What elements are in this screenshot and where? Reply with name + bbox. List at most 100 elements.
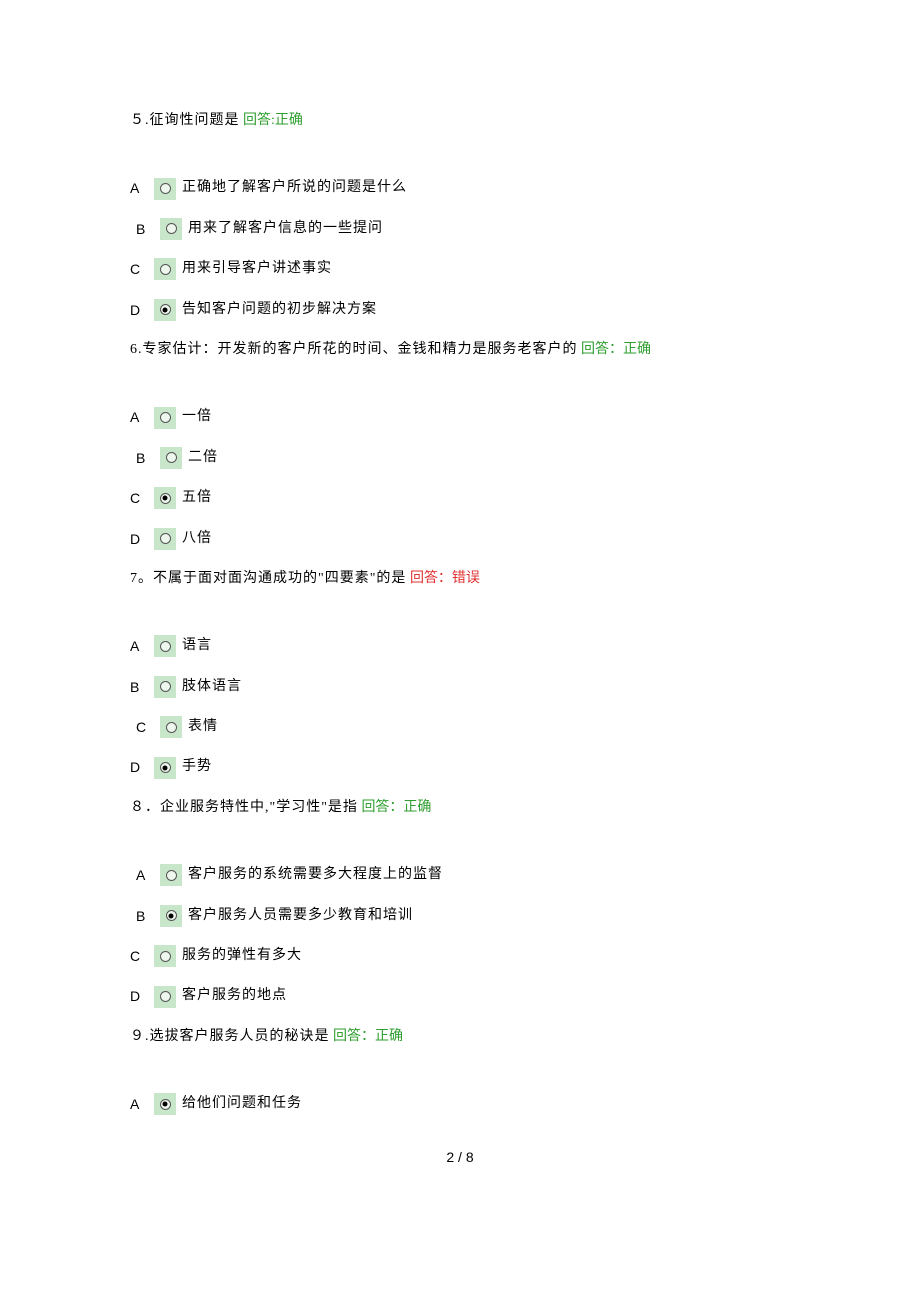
- option-text: 客户服务人员需要多少教育和培训: [188, 905, 413, 927]
- question-line: ９.选拔客户服务人员的秘诀是 回答：正确: [130, 1026, 790, 1048]
- radio-icon: [160, 533, 171, 544]
- radio-button[interactable]: [154, 258, 176, 280]
- radio-icon: [166, 223, 177, 234]
- option-row: D 八倍: [130, 528, 790, 550]
- option-letter: D: [130, 299, 148, 321]
- option-text: 给他们问题和任务: [182, 1093, 302, 1115]
- answer-status: 回答：正确: [333, 1029, 403, 1044]
- option-row: B肢体语言: [130, 676, 790, 698]
- radio-icon: [160, 762, 171, 773]
- option-row: A 一倍: [130, 406, 790, 428]
- radio-icon: [160, 304, 171, 315]
- radio-button[interactable]: [154, 945, 176, 967]
- radio-icon: [166, 870, 177, 881]
- option-row: A正确地了解客户所说的问题是什么: [130, 177, 790, 199]
- option-letter: A: [130, 1093, 148, 1115]
- option-text: 服务的弹性有多大: [182, 945, 302, 967]
- option-text: 正确地了解客户所说的问题是什么: [182, 177, 407, 199]
- option-letter: D: [130, 985, 148, 1007]
- radio-button[interactable]: [154, 407, 176, 429]
- question-text: 不属于面对面沟通成功的"四要素"的是: [153, 571, 406, 586]
- radio-button[interactable]: [154, 635, 176, 657]
- option-letter: B: [136, 905, 154, 927]
- radio-icon: [166, 722, 177, 733]
- option-row: A 语言: [130, 635, 790, 657]
- radio-button[interactable]: [154, 1093, 176, 1115]
- option-text: 肢体语言: [182, 676, 242, 698]
- option-text: 客户服务的系统需要多大程度上的监督: [188, 864, 443, 886]
- question-number: ９.: [130, 1029, 150, 1044]
- option-row: D 客户服务的地点: [130, 985, 790, 1007]
- question-number: 7。: [130, 571, 153, 586]
- radio-button[interactable]: [160, 864, 182, 886]
- radio-button[interactable]: [154, 299, 176, 321]
- radio-button[interactable]: [154, 676, 176, 698]
- question-line: 6.专家估计：开发新的客户所花的时间、金钱和精力是服务老客户的 回答：正确: [130, 339, 790, 361]
- radio-button[interactable]: [154, 757, 176, 779]
- question-text: 企业服务特性中,"学习性"是指: [160, 800, 358, 815]
- question-number: ５.: [130, 113, 150, 128]
- radio-icon: [160, 641, 171, 652]
- radio-button[interactable]: [160, 905, 182, 927]
- option-text: 八倍: [182, 528, 212, 550]
- radio-button[interactable]: [154, 178, 176, 200]
- radio-icon: [160, 412, 171, 423]
- radio-icon: [160, 1099, 171, 1110]
- option-row: D 手势: [130, 756, 790, 778]
- option-row: A 客户服务的系统需要多大程度上的监督: [130, 864, 790, 886]
- radio-button[interactable]: [154, 528, 176, 550]
- option-row: B 二倍: [130, 447, 790, 469]
- radio-icon: [166, 452, 177, 463]
- radio-icon: [160, 183, 171, 194]
- option-text: 二倍: [188, 447, 218, 469]
- option-text: 五倍: [182, 487, 212, 509]
- option-row: C 服务的弹性有多大: [130, 945, 790, 967]
- option-text: 一倍: [182, 406, 212, 428]
- answer-status: 回答:正确: [243, 113, 303, 128]
- radio-button[interactable]: [154, 986, 176, 1008]
- page-footer: 2 / 8: [130, 1146, 790, 1168]
- radio-icon: [160, 493, 171, 504]
- option-text: 表情: [188, 716, 218, 738]
- radio-icon: [160, 991, 171, 1002]
- question-line: ５.征询性问题是 回答:正确: [130, 110, 790, 132]
- question-text: 选拔客户服务人员的秘诀是: [150, 1029, 330, 1044]
- question-line: 7。不属于面对面沟通成功的"四要素"的是 回答：错误: [130, 568, 790, 590]
- option-row: B 用来了解客户信息的一些提问: [130, 218, 790, 240]
- radio-button[interactable]: [154, 487, 176, 509]
- option-letter: C: [130, 487, 148, 509]
- option-letter: C: [130, 945, 148, 967]
- radio-button[interactable]: [160, 716, 182, 738]
- option-text: 用来了解客户信息的一些提问: [188, 218, 383, 240]
- option-letter: A: [130, 406, 148, 428]
- question-text: 征询性问题是: [150, 113, 240, 128]
- option-letter: C: [130, 258, 148, 280]
- option-row: C 五倍: [130, 487, 790, 509]
- radio-icon: [166, 910, 177, 921]
- question-number: ８．: [130, 800, 160, 815]
- radio-icon: [160, 681, 171, 692]
- option-text: 手势: [182, 756, 212, 778]
- radio-button[interactable]: [160, 447, 182, 469]
- option-text: 客户服务的地点: [182, 985, 287, 1007]
- option-row: D告知客户问题的初步解决方案: [130, 299, 790, 321]
- option-letter: B: [136, 447, 154, 469]
- answer-status: 回答：错误: [410, 571, 480, 586]
- radio-button[interactable]: [160, 218, 182, 240]
- question-text: 专家估计：开发新的客户所花的时间、金钱和精力是服务老客户的: [143, 342, 578, 357]
- answer-status: 回答：正确: [361, 800, 431, 815]
- document-content: ５.征询性问题是 回答:正确A正确地了解客户所说的问题是什么B用来了解客户信息的…: [130, 110, 790, 1116]
- option-letter: A: [130, 635, 148, 657]
- option-letter: B: [136, 218, 154, 240]
- question-number: 6.: [130, 342, 143, 357]
- option-text: 语言: [182, 635, 212, 657]
- option-letter: A: [136, 864, 154, 886]
- option-row: C 用来引导客户讲述事实: [130, 258, 790, 280]
- option-row: B 客户服务人员需要多少教育和培训: [130, 905, 790, 927]
- option-letter: D: [130, 528, 148, 550]
- option-text: 用来引导客户讲述事实: [182, 258, 332, 280]
- option-letter: D: [130, 756, 148, 778]
- option-row: C表情: [130, 716, 790, 738]
- radio-icon: [160, 951, 171, 962]
- option-row: A 给他们问题和任务: [130, 1093, 790, 1115]
